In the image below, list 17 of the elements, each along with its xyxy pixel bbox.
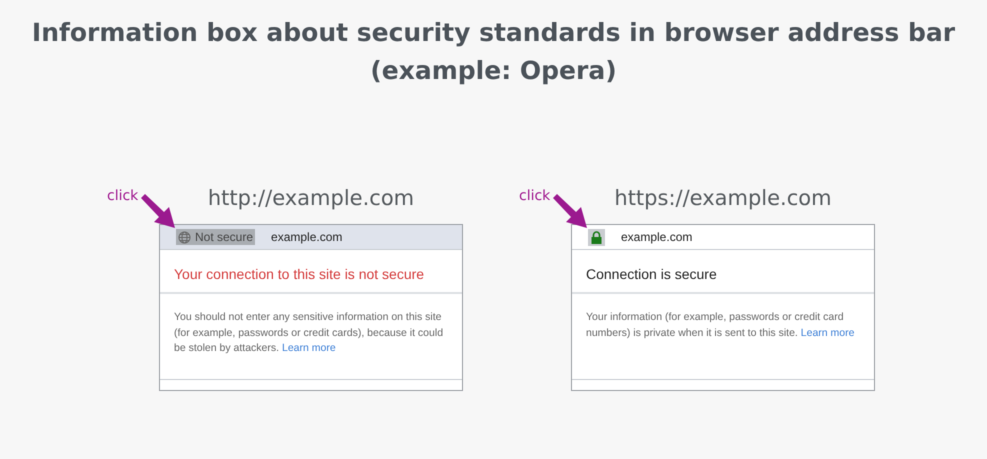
click-label: click bbox=[107, 188, 138, 204]
security-indicator[interactable]: Not secure bbox=[176, 229, 256, 245]
site-host: example.com bbox=[271, 230, 342, 244]
url-caption: http://example.com bbox=[208, 186, 414, 210]
popup-heading: Your connection to this site is not secure bbox=[160, 250, 462, 294]
learn-more-link[interactable]: Learn more bbox=[282, 342, 336, 354]
url-caption: https://example.com bbox=[614, 186, 832, 210]
site-host: example.com bbox=[621, 230, 692, 244]
popup-message: Your information (for example, passwords or credit card numbers) is private when it is sent to this site. Learn more bbox=[572, 294, 874, 380]
security-indicator[interactable] bbox=[588, 228, 605, 246]
popup-heading: Connection is secure bbox=[572, 250, 874, 294]
globe-icon bbox=[178, 230, 191, 244]
popup-message: You should not enter any sensitive information on this site (for example, passwords or credit cards), because it could be stolen by attackers. Learn more bbox=[160, 294, 462, 380]
page-title: Information box about security standards in browser address bar (example: Opera) bbox=[30, 17, 956, 87]
padlock-icon bbox=[591, 230, 602, 244]
learn-more-link[interactable]: Learn more bbox=[800, 326, 854, 338]
click-label: click bbox=[519, 188, 550, 204]
